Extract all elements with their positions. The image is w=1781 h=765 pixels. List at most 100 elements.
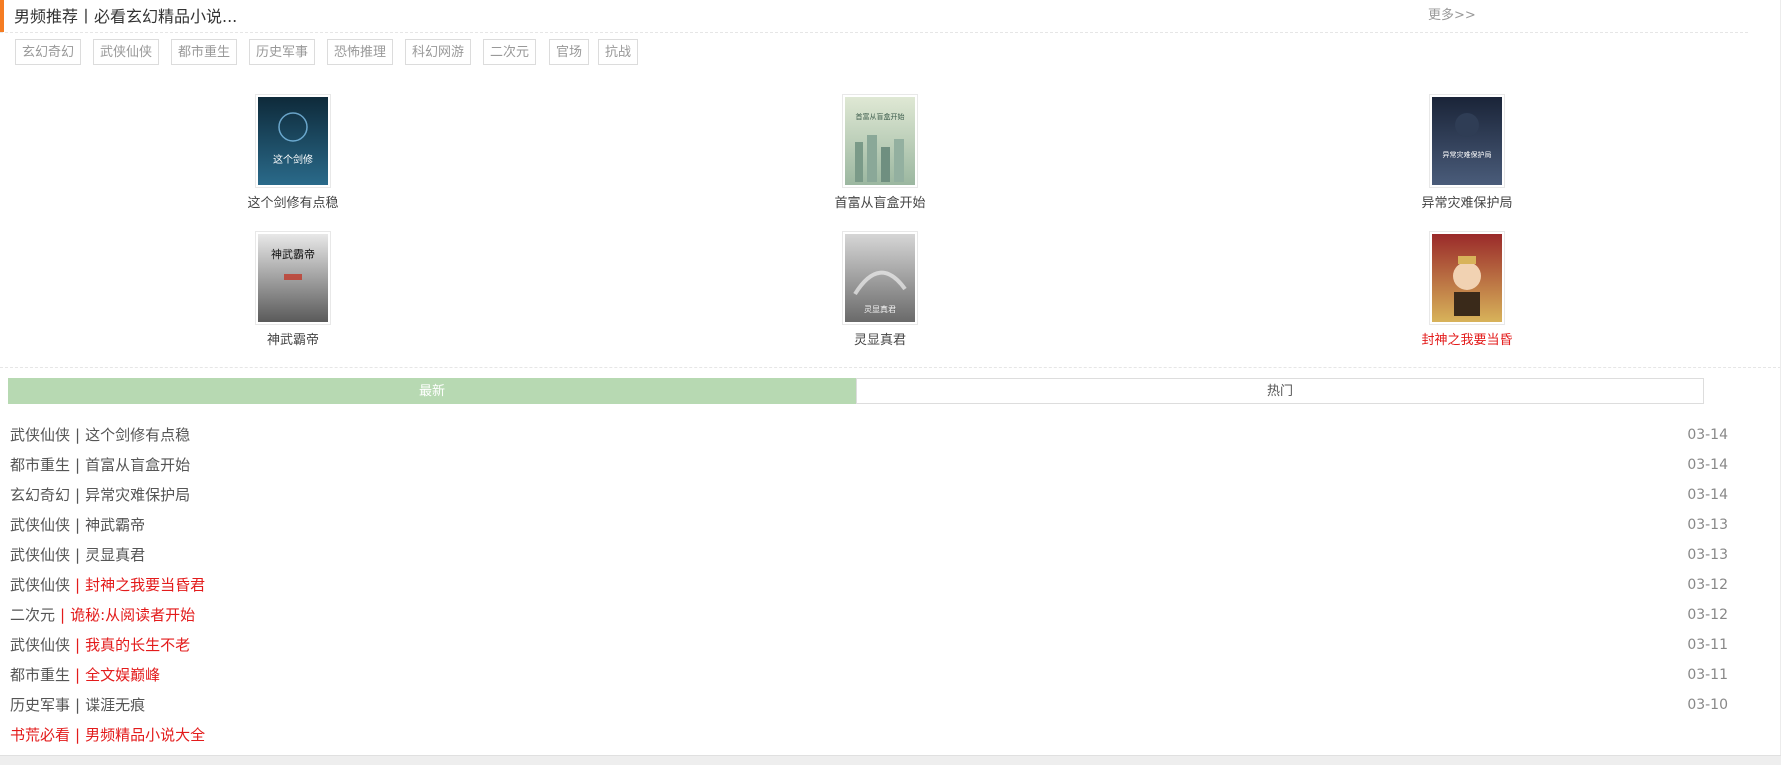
list-item[interactable]: 历史军事 | 谍涯无痕 03-10 bbox=[10, 692, 1728, 722]
book-cover-frame[interactable]: 灵显真君 bbox=[842, 231, 918, 325]
tag-guanchang[interactable]: 官场 bbox=[549, 39, 590, 65]
list-item[interactable]: 玄幻奇幻 | 异常灾难保护局 03-14 bbox=[10, 482, 1728, 512]
list-item-title[interactable]: 谍涯无痕 bbox=[85, 696, 145, 714]
list-item-category[interactable]: 武侠仙侠 bbox=[10, 546, 70, 564]
tab-hot[interactable]: 热门 bbox=[856, 378, 1704, 404]
list-item-separator: | bbox=[75, 636, 81, 654]
list-tabs: 最新 热门 bbox=[8, 378, 1704, 404]
tag-kangzhan[interactable]: 抗战 bbox=[598, 39, 639, 65]
book-title[interactable]: 首富从盲盒开始 bbox=[790, 192, 970, 211]
cover-text: 异常灾难保护局 bbox=[1443, 150, 1492, 159]
list-item-title[interactable]: 我真的长生不老 bbox=[85, 636, 190, 654]
list-item-category[interactable]: 书荒必看 bbox=[10, 726, 70, 744]
list-item-category[interactable]: 历史军事 bbox=[10, 696, 70, 714]
list-item-category[interactable]: 都市重生 bbox=[10, 456, 70, 474]
list-item[interactable]: 武侠仙侠 | 封神之我要当昏君 03-12 bbox=[10, 572, 1728, 602]
tag-lishi[interactable]: 历史军事 bbox=[249, 39, 316, 65]
list-item-date: 03-14 bbox=[1687, 457, 1728, 473]
book-title[interactable]: 神武霸帝 bbox=[203, 329, 383, 348]
list-item-title[interactable]: 灵显真君 bbox=[85, 546, 145, 564]
list-item-separator: | bbox=[75, 426, 81, 444]
page: 男频推荐丨必看玄幻精品小说... 更多>> 玄幻奇幻 武侠仙侠 都市重生 历史军… bbox=[0, 0, 1781, 765]
tag-erciyuan[interactable]: 二次元 bbox=[483, 39, 537, 65]
list-item-category[interactable]: 都市重生 bbox=[10, 666, 70, 684]
list-item-date: 03-13 bbox=[1687, 547, 1728, 563]
book-list: 武侠仙侠 | 这个剑修有点稳 03-14 都市重生 | 首富从盲盒开始 03-14 玄幻奇幻 | 异… bbox=[10, 422, 1728, 752]
tag-wuxia[interactable]: 武侠仙侠 bbox=[93, 39, 160, 65]
list-item[interactable]: 二次元 | 诡秘:从阅读者开始 03-12 bbox=[10, 602, 1728, 632]
list-item-category[interactable]: 武侠仙侠 bbox=[10, 576, 70, 594]
list-item[interactable]: 都市重生 | 全文娱巅峰 03-11 bbox=[10, 662, 1728, 692]
list-item-title[interactable]: 全文娱巅峰 bbox=[85, 666, 160, 684]
tag-kongbu[interactable]: 恐怖推理 bbox=[327, 39, 394, 65]
book-title[interactable]: 这个剑修有点稳 bbox=[203, 192, 383, 211]
list-item-category[interactable]: 武侠仙侠 bbox=[10, 636, 70, 654]
book-card[interactable]: 这个剑修 这个剑修有点稳 bbox=[203, 94, 383, 211]
book-cover-image[interactable]: 神武霸帝 bbox=[258, 234, 328, 322]
book-cover-image[interactable] bbox=[1432, 234, 1502, 322]
cover-text: 这个剑修 bbox=[273, 153, 313, 166]
list-item[interactable]: 武侠仙侠 | 灵显真君 03-13 bbox=[10, 542, 1728, 572]
list-item-separator: | bbox=[75, 516, 81, 534]
book-cover-frame[interactable] bbox=[1429, 231, 1505, 325]
list-item-separator: | bbox=[75, 696, 81, 714]
cover-text: 灵显真君 bbox=[864, 304, 896, 314]
section-divider bbox=[0, 367, 1781, 368]
more-link[interactable]: 更多>> bbox=[1428, 4, 1476, 23]
list-item-category[interactable]: 二次元 bbox=[10, 606, 55, 624]
list-item-separator: | bbox=[75, 666, 81, 684]
list-item-date: 03-14 bbox=[1687, 487, 1728, 503]
book-card[interactable]: 首富从盲盒开始 首富从盲盒开始 bbox=[790, 94, 970, 211]
tag-xuanhuan[interactable]: 玄幻奇幻 bbox=[15, 39, 82, 65]
list-item-date: 03-11 bbox=[1687, 637, 1728, 653]
list-item-title[interactable]: 封神之我要当昏君 bbox=[85, 576, 205, 594]
book-cover-frame[interactable]: 异常灾难保护局 bbox=[1429, 94, 1505, 188]
tag-dushi[interactable]: 都市重生 bbox=[171, 39, 238, 65]
list-item[interactable]: 武侠仙侠 | 这个剑修有点稳 03-14 bbox=[10, 422, 1728, 452]
book-cover-frame[interactable]: 首富从盲盒开始 bbox=[842, 94, 918, 188]
book-card[interactable]: 封神之我要当昏 bbox=[1377, 231, 1557, 348]
tab-latest[interactable]: 最新 bbox=[8, 378, 856, 404]
list-item-title[interactable]: 诡秘:从阅读者开始 bbox=[70, 606, 195, 624]
book-card[interactable]: 神武霸帝 神武霸帝 bbox=[203, 231, 383, 348]
book-card[interactable]: 异常灾难保护局 异常灾难保护局 bbox=[1377, 94, 1557, 211]
book-title[interactable]: 灵显真君 bbox=[790, 329, 970, 348]
book-cover-image[interactable]: 灵显真君 bbox=[845, 234, 915, 322]
book-cover-image[interactable]: 异常灾难保护局 bbox=[1432, 97, 1502, 185]
list-item-separator: | bbox=[75, 456, 81, 474]
book-cover-image[interactable]: 首富从盲盒开始 bbox=[845, 97, 915, 185]
book-cover-image[interactable]: 这个剑修 bbox=[258, 97, 328, 185]
list-item-separator: | bbox=[75, 486, 81, 504]
section-title: 男频推荐丨必看玄幻精品小说... bbox=[14, 7, 238, 26]
header-accent-bar bbox=[0, 0, 4, 32]
cover-text: 神武霸帝 bbox=[271, 247, 315, 261]
list-item-category[interactable]: 武侠仙侠 bbox=[10, 426, 70, 444]
book-cover-frame[interactable]: 这个剑修 bbox=[255, 94, 331, 188]
list-item-title[interactable]: 首富从盲盒开始 bbox=[85, 456, 190, 474]
list-item-title[interactable]: 这个剑修有点稳 bbox=[85, 426, 190, 444]
list-item[interactable]: 都市重生 | 首富从盲盒开始 03-14 bbox=[10, 452, 1728, 482]
list-item-title[interactable]: 神武霸帝 bbox=[85, 516, 145, 534]
cover-text: 首富从盲盒开始 bbox=[856, 112, 905, 121]
list-item-date: 03-12 bbox=[1687, 577, 1728, 593]
list-item-title[interactable]: 男频精品小说大全 bbox=[85, 726, 205, 744]
book-cover-frame[interactable]: 神武霸帝 bbox=[255, 231, 331, 325]
book-title[interactable]: 异常灾难保护局 bbox=[1377, 192, 1557, 211]
list-item-category[interactable]: 武侠仙侠 bbox=[10, 516, 70, 534]
list-item-category[interactable]: 玄幻奇幻 bbox=[10, 486, 70, 504]
tag-kehuan[interactable]: 科幻网游 bbox=[405, 39, 472, 65]
list-item-title[interactable]: 异常灾难保护局 bbox=[85, 486, 190, 504]
list-item-separator: | bbox=[75, 726, 81, 744]
section-header: 男频推荐丨必看玄幻精品小说... 更多>> bbox=[0, 0, 1748, 33]
list-item[interactable]: 武侠仙侠 | 我真的长生不老 03-11 bbox=[10, 632, 1728, 662]
book-title[interactable]: 封神之我要当昏 bbox=[1377, 329, 1557, 348]
list-item-separator: | bbox=[75, 546, 81, 564]
list-item-date: 03-13 bbox=[1687, 517, 1728, 533]
list-item-date: 03-14 bbox=[1687, 427, 1728, 443]
list-item-separator: | bbox=[60, 606, 66, 624]
list-item-date: 03-11 bbox=[1687, 667, 1728, 683]
book-card[interactable]: 灵显真君 灵显真君 bbox=[790, 231, 970, 348]
list-item[interactable]: 书荒必看 | 男频精品小说大全 bbox=[10, 722, 1728, 752]
list-item-separator: | bbox=[75, 576, 81, 594]
list-item[interactable]: 武侠仙侠 | 神武霸帝 03-13 bbox=[10, 512, 1728, 542]
